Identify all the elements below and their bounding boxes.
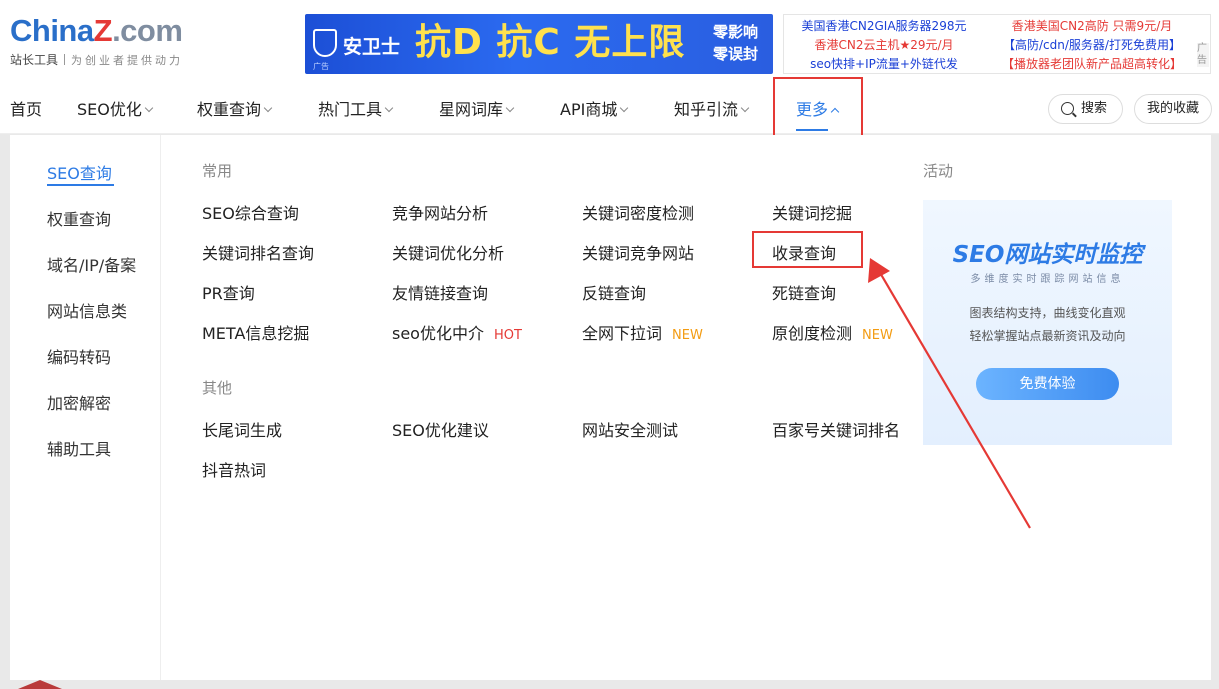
link-dropdown-words[interactable]: 全网下拉词 NEW [582, 320, 703, 344]
logo-sub-label: 站长工具 [10, 53, 59, 67]
link-originality-check[interactable]: 原创度检测 NEW [772, 320, 893, 344]
link-seo-advice[interactable]: SEO优化建议 [392, 417, 489, 441]
link-keyword-density[interactable]: 关键词密度检测 [582, 200, 694, 224]
new-badge: NEW [672, 328, 703, 343]
site-header: ChinaZ.com 站长工具 为创业者提供动力 安卫士 抗D 抗C 无上限 零… [0, 0, 1219, 86]
link-meta-mining[interactable]: META信息挖掘 [202, 320, 309, 344]
link-douyin-hotwords[interactable]: 抖音热词 [202, 457, 266, 481]
nav-seo[interactable]: SEO优化 [77, 86, 154, 134]
nav-api-store[interactable]: API商城 [560, 86, 629, 134]
search-icon [1061, 102, 1074, 115]
chevron-down-icon [505, 103, 515, 113]
text-ad-link[interactable]: 【高防/cdn/服务器/打死免费用】 [994, 36, 1190, 55]
nav-home[interactable]: 首页 [10, 86, 42, 134]
text-ad-link[interactable]: seo快排+IP流量+外链代发 [784, 55, 984, 74]
link-keyword-mining[interactable]: 关键词挖掘 [772, 200, 852, 224]
text-ad-link[interactable]: 美国香港CN2GIA服务器298元 [784, 17, 984, 36]
link-backlinks[interactable]: 反链查询 [582, 280, 646, 304]
sidebar-item-seo-query[interactable]: SEO查询 [47, 160, 112, 184]
nav-keyword-library[interactable]: 星网词库 [439, 86, 515, 134]
promo-line-2: 轻松掌握站点最新资讯及动向 [969, 329, 1126, 343]
annotation-box-index-query [752, 231, 863, 268]
link-longtail-words[interactable]: 长尾词生成 [202, 417, 282, 441]
text-ad-link[interactable]: 香港CN2云主机★29元/月 [784, 36, 984, 55]
text-ad-link[interactable]: 香港美国CN2高防 只需9元/月 [994, 17, 1190, 36]
logo-subtitle: 站长工具 为创业者提供动力 [10, 51, 220, 68]
text-ads: 美国香港CN2GIA服务器298元 香港CN2云主机★29元/月 seo快排+I… [783, 14, 1211, 74]
chevron-down-icon [620, 103, 629, 113]
link-competitor-analysis[interactable]: 竞争网站分析 [392, 200, 488, 224]
text-ads-left: 美国香港CN2GIA服务器298元 香港CN2云主机★29元/月 seo快排+I… [784, 17, 984, 74]
chevron-down-icon [144, 103, 154, 113]
sidebar-item-weight[interactable]: 权重查询 [47, 206, 111, 230]
sidebar-item-domain-ip[interactable]: 域名/IP/备案 [47, 252, 136, 276]
link-keyword-optimization[interactable]: 关键词优化分析 [392, 240, 504, 264]
sidebar-active-underline [47, 184, 114, 186]
sidebar-item-aux-tools[interactable]: 辅助工具 [47, 436, 111, 460]
link-keyword-ranking[interactable]: 关键词排名查询 [202, 240, 314, 264]
sidebar-item-encoding[interactable]: 编码转码 [47, 344, 111, 368]
favorites-button[interactable]: 我的收藏 [1134, 94, 1212, 124]
dropdown-sidebar: SEO查询 权重查询 域名/IP/备案 网站信息类 编码转码 加密解密 辅助工具 [10, 135, 161, 680]
banner-slogan: 抗D 抗C 无上限 [415, 22, 686, 63]
shield-icon [313, 29, 337, 57]
sidebar-item-site-info[interactable]: 网站信息类 [47, 298, 127, 322]
corner-decoration [18, 680, 62, 689]
ad-mark: 广告 [1197, 43, 1209, 67]
text-ads-right: 香港美国CN2高防 只需9元/月 【高防/cdn/服务器/打死免费用】 【播放器… [994, 17, 1190, 74]
banner-brand: 安卫士 [343, 36, 401, 58]
promo-line-1: 图表结构支持，曲线变化直观 [969, 306, 1126, 320]
nav-hot-tools[interactable]: 热门工具 [318, 86, 394, 134]
section-title-common: 常用 [202, 162, 233, 180]
nav-zhihu[interactable]: 知乎引流 [674, 86, 750, 134]
link-pr-query[interactable]: PR查询 [202, 280, 255, 304]
annotation-box-more [773, 77, 863, 143]
banner-side-line-2: 零误封 [713, 45, 759, 63]
link-baijiahao-ranking[interactable]: 百家号关键词排名 [772, 417, 900, 441]
link-security-test[interactable]: 网站安全测试 [582, 417, 678, 441]
more-dropdown-panel: SEO查询 权重查询 域名/IP/备案 网站信息类 编码转码 加密解密 辅助工具… [10, 135, 1211, 680]
free-trial-button[interactable]: 免费体验 [976, 368, 1119, 400]
logo-wordmark: ChinaZ.com [10, 13, 183, 48]
section-title-activity: 活动 [923, 162, 954, 180]
sidebar-item-crypto[interactable]: 加密解密 [47, 390, 111, 414]
link-seo-overview[interactable]: SEO综合查询 [202, 200, 299, 224]
link-keyword-competitors[interactable]: 关键词竞争网站 [582, 240, 694, 264]
main-nav: 首页 SEO优化 权重查询 热门工具 星网词库 API商城 知乎引流 更多 [0, 86, 1219, 134]
new-badge: NEW [862, 328, 893, 343]
divider [64, 54, 66, 65]
section-title-other: 其他 [202, 379, 233, 397]
link-dead-links[interactable]: 死链查询 [772, 280, 836, 304]
hot-badge: HOT [493, 328, 522, 343]
chevron-down-icon [384, 103, 394, 113]
ad-banner[interactable]: 安卫士 抗D 抗C 无上限 零影响 零误封 广告 [305, 14, 773, 74]
promo-card[interactable]: SEO网站实时监控 多维度实时跟踪网站信息 图表结构支持，曲线变化直观 轻松掌握… [923, 200, 1172, 445]
promo-subtitle: 多维度实时跟踪网站信息 [970, 274, 1125, 285]
promo-title: SEO网站实时监控 [952, 242, 1143, 268]
nav-weight[interactable]: 权重查询 [197, 86, 273, 134]
link-friend-links[interactable]: 友情链接查询 [392, 280, 488, 304]
banner-side-line-1: 零影响 [713, 23, 759, 41]
logo-tagline: 为创业者提供动力 [71, 53, 184, 67]
chinaz-logo[interactable]: ChinaZ.com 站长工具 为创业者提供动力 [10, 14, 220, 70]
chevron-down-icon [740, 103, 750, 113]
banner-side-text: 零影响 零误封 [713, 21, 758, 65]
link-seo-agency[interactable]: seo优化中介 HOT [392, 320, 522, 344]
text-ad-link[interactable]: 【播放器老团队新产品超高转化】 [994, 55, 1190, 74]
banner-ad-mark: 广告 [313, 62, 329, 71]
search-button[interactable]: 搜索 [1048, 94, 1123, 124]
chevron-down-icon [263, 103, 273, 113]
